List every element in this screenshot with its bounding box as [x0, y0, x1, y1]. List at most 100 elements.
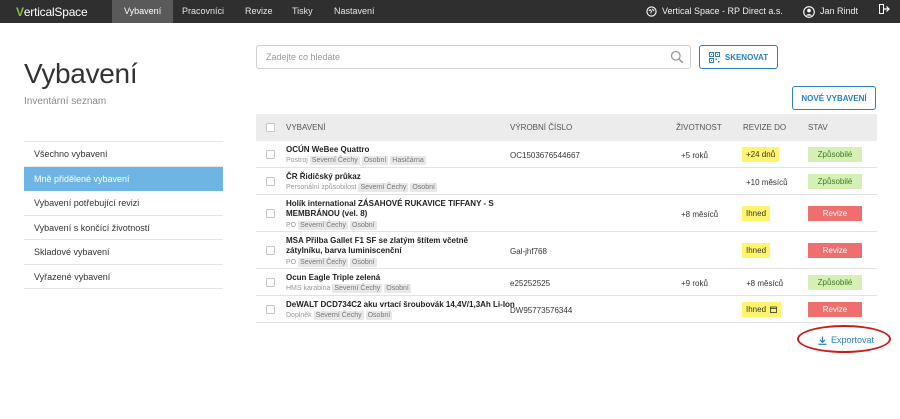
row-checkbox[interactable]: [266, 177, 275, 186]
header-revision[interactable]: REVIZE DO: [743, 123, 786, 132]
status-badge: Způsobilé: [808, 275, 862, 290]
serial-number: e25252525: [510, 279, 551, 288]
select-all-checkbox[interactable]: [266, 123, 275, 132]
equipment-name[interactable]: Holík international ZÁSAHOVÉ RUKAVICE TI…: [286, 199, 506, 219]
tag: Hasičárna: [390, 156, 426, 165]
equipment-table: VYBAVENÍ VÝROBNÍ ČÍSLO ŽIVOTNOST REVIZE …: [256, 114, 877, 329]
header-serial[interactable]: VÝROBNÍ ČÍSLO: [510, 123, 572, 132]
status-badge: Způsobilé: [808, 174, 862, 189]
tag: Severní Čechy: [358, 183, 409, 192]
table-row[interactable]: DeWALT DCD734C2 aku vrtací šroubovák 14,…: [256, 296, 877, 329]
equipment-meta: Postroj Severní Čechy Osobní Hasičárna: [286, 156, 426, 165]
equipment-meta: HMS karabina Severní Čechy Osobní: [286, 284, 411, 293]
logout-icon: [879, 0, 890, 23]
header-lifetime[interactable]: ŽIVOTNOST: [676, 123, 722, 132]
page-title: Vybavení: [24, 58, 138, 89]
globe-icon: [646, 6, 657, 17]
tag: Severní Čechy: [332, 284, 383, 293]
tag: Osobní: [410, 183, 437, 192]
sidebar-item-stock[interactable]: Skladové vybavení: [24, 240, 223, 265]
serial-number: OC1503676544667: [510, 151, 580, 160]
revision-badge: Ihned: [742, 243, 771, 258]
row-checkbox[interactable]: [266, 305, 275, 314]
sidebar-item-retired[interactable]: Vyřazené vybavení: [24, 265, 223, 289]
brand-logo[interactable]: VerticalSpace: [16, 5, 88, 19]
nav-item-tisky[interactable]: Tisky: [280, 0, 325, 23]
equipment-meta: PO Severní Čechy Osobní: [286, 221, 377, 230]
user-menu[interactable]: Jan Rindt: [803, 0, 858, 23]
lifetime: +5 roků: [681, 151, 708, 160]
equipment-category: Postroj: [286, 157, 308, 164]
equipment-name[interactable]: DeWALT DCD734C2 aku vrtací šroubovák 14,…: [286, 300, 526, 310]
tag: Severní Čechy: [298, 258, 349, 267]
nav-item-nastaveni[interactable]: Nastavení: [322, 0, 387, 23]
search-box: [256, 45, 691, 69]
header-equipment[interactable]: VYBAVENÍ: [286, 123, 325, 132]
sidebar-item-assigned[interactable]: Mně přidělené vybavení: [24, 166, 223, 191]
table-row[interactable]: OCÚN WeBee Quattro Postroj Severní Čechy…: [256, 141, 877, 168]
tag: Osobní: [350, 221, 377, 230]
page-subtitle: Inventární seznam: [24, 96, 107, 107]
table-header: VYBAVENÍ VÝROBNÍ ČÍSLO ŽIVOTNOST REVIZE …: [256, 114, 877, 141]
row-checkbox[interactable]: [266, 209, 275, 218]
brand-v: V: [16, 5, 24, 19]
tag: Osobní: [361, 156, 389, 165]
brand-text: erticalSpace: [23, 5, 88, 19]
equipment-name[interactable]: MSA Přilba Gallet F1 SF se zlatým štítem…: [286, 236, 506, 256]
table-row[interactable]: Ocun Eagle Triple zelená HMS karabina Se…: [256, 269, 877, 296]
annotation-circle: [797, 325, 891, 353]
user-name: Jan Rindt: [820, 6, 859, 16]
table-row[interactable]: Holík international ZÁSAHOVÉ RUKAVICE TI…: [256, 195, 877, 233]
sidebar-item-ending-lifetime[interactable]: Vybavení s končící životností: [24, 216, 223, 240]
equipment-meta: PO Severní Čechy Osobní: [286, 258, 377, 267]
company-name: Vertical Space - RP Direct a.s.: [662, 6, 783, 16]
search-icon[interactable]: [670, 50, 684, 66]
row-checkbox[interactable]: [266, 150, 275, 159]
nav-item-pracovnici[interactable]: Pracovníci: [170, 0, 236, 23]
new-equipment-button[interactable]: NOVÉ VYBAVENÍ: [792, 86, 876, 110]
serial-number: DW95773576344: [510, 306, 573, 315]
status-badge: Revize nutná: [808, 302, 862, 329]
lifetime: +9 roků: [681, 279, 708, 288]
equipment-category: Doplněk: [286, 312, 312, 319]
tag: Severní Čechy: [309, 156, 360, 165]
equipment-name[interactable]: OCÚN WeBee Quattro: [286, 145, 506, 155]
tag: Osobní: [365, 311, 393, 320]
revision-date: +8 měsíců: [746, 279, 784, 288]
tag: Severní Čechy: [313, 311, 364, 320]
tag: Osobní: [350, 258, 377, 267]
equipment-meta: Doplněk Severní Čechy Osobní: [286, 311, 393, 320]
equipment-meta: Personální způsobilost Severní Čechy Oso…: [286, 183, 437, 192]
table-row[interactable]: MSA Přilba Gallet F1 SF se zlatým štítem…: [256, 232, 877, 270]
status-badge: Revize nutná: [808, 243, 862, 270]
calendar-icon[interactable]: [770, 303, 778, 318]
equipment-name[interactable]: Ocun Eagle Triple zelená: [286, 273, 506, 283]
status-badge: Revize nutná: [808, 206, 862, 233]
status-badge: Způsobilé: [808, 147, 862, 162]
nav-item-vybaveni[interactable]: Vybavení: [112, 0, 174, 23]
serial-number: Gal-jhf768: [510, 247, 547, 256]
revision-badge: Ihned: [742, 302, 782, 318]
company-switcher[interactable]: Vertical Space - RP Direct a.s.: [646, 0, 783, 23]
top-navbar: VerticalSpace Vybavení Pracovníci Revize…: [0, 0, 900, 23]
equipment-category: Personální způsobilost: [286, 184, 357, 191]
equipment-category: PO: [286, 222, 297, 229]
tag: Osobní: [384, 284, 411, 293]
equipment-name[interactable]: ČR Řidičský průkaz: [286, 172, 506, 182]
tag: Severní Čechy: [298, 221, 349, 230]
logout-button[interactable]: [879, 0, 890, 23]
nav-item-revize[interactable]: Revize: [233, 0, 285, 23]
row-checkbox[interactable]: [266, 246, 275, 255]
scan-button[interactable]: SKENOVAT: [699, 45, 778, 69]
lifetime: +8 měsíců: [681, 210, 719, 219]
sidebar-item-needs-revision[interactable]: Vybavení potřebující revizi: [24, 191, 223, 216]
sidebar-item-all[interactable]: Všechno vybavení: [24, 142, 223, 167]
table-row[interactable]: ČR Řidičský průkaz Personální způsobilos…: [256, 168, 877, 195]
header-status[interactable]: STAV: [808, 123, 828, 132]
equipment-category: HMS karabina: [286, 285, 331, 292]
row-checkbox[interactable]: [266, 278, 275, 287]
revision-date: +10 měsíců: [746, 178, 788, 187]
revision-badge: Ihned: [742, 206, 771, 221]
revision-badge: +24 dnů: [742, 147, 780, 162]
search-input[interactable]: [257, 46, 657, 68]
